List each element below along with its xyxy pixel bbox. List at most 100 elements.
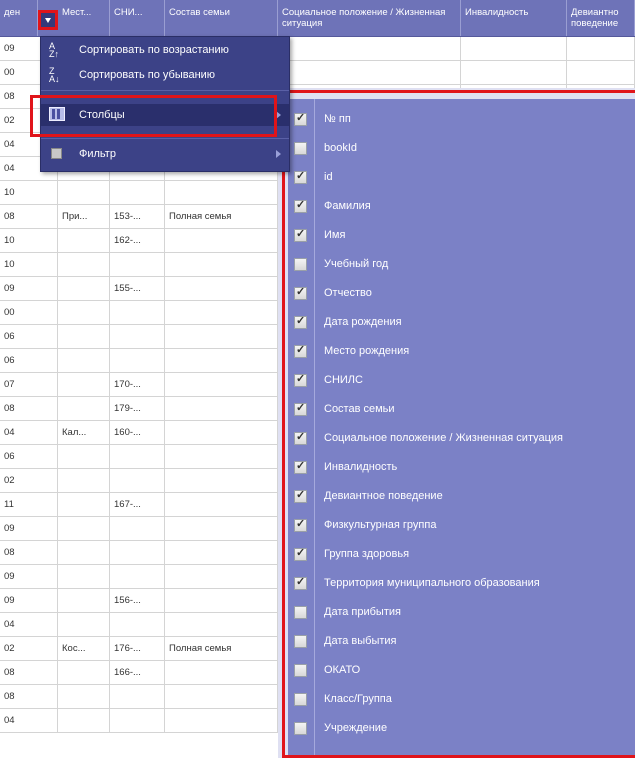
table-cell: 00 [0, 301, 58, 324]
header-col-0[interactable]: ден [0, 0, 38, 36]
column-toggle-item[interactable]: Фамилия [288, 192, 635, 221]
header-col-deviant[interactable]: Девиантно поведение [567, 0, 635, 36]
chevron-right-icon [276, 150, 281, 158]
column-toggle-item[interactable]: Отчество [288, 279, 635, 308]
header-col-social[interactable]: Социальное положение / Жизненная ситуаци… [278, 0, 461, 36]
column-checkbox[interactable] [294, 693, 307, 706]
column-label: Учебный год [324, 258, 389, 270]
column-toggle-item[interactable]: СНИЛС [288, 366, 635, 395]
table-cell [58, 397, 110, 420]
table-cell [58, 541, 110, 564]
header-col-snils[interactable]: СНИ... [110, 0, 165, 36]
table-cell [567, 37, 635, 60]
table-cell [165, 445, 278, 468]
column-checkbox[interactable] [294, 401, 307, 416]
column-checkbox[interactable] [294, 198, 307, 213]
table-cell: 06 [0, 349, 58, 372]
table-cell [58, 517, 110, 540]
column-checkbox[interactable] [294, 459, 307, 474]
column-checkbox[interactable] [294, 314, 307, 329]
table-cell: 08 [0, 685, 58, 708]
column-checkbox[interactable] [294, 285, 307, 300]
table-cell: Кос... [58, 637, 110, 660]
column-checkbox[interactable] [294, 258, 307, 271]
column-label: Группа здоровья [324, 548, 410, 560]
table-cell [110, 685, 165, 708]
column-label: № пп [324, 113, 351, 125]
column-toggle-item[interactable]: Учреждение [288, 714, 635, 743]
column-label: Территория муниципального образования [324, 577, 540, 589]
table-cell: 02 [0, 469, 58, 492]
column-toggle-item[interactable]: ОКАТО [288, 656, 635, 685]
column-checkbox[interactable] [294, 169, 307, 184]
table-cell: Полная семья [165, 205, 278, 228]
table-cell [461, 37, 567, 60]
column-checkbox[interactable] [294, 517, 307, 532]
column-label: Фамилия [324, 200, 371, 212]
table-cell [58, 493, 110, 516]
menu-label: Сортировать по убыванию [79, 69, 216, 81]
column-menu-button[interactable] [38, 10, 58, 30]
column-checkbox[interactable] [294, 575, 307, 590]
table-cell: 08 [0, 541, 58, 564]
column-toggle-item[interactable]: Физкультурная группа [288, 511, 635, 540]
column-toggle-item[interactable]: Группа здоровья [288, 540, 635, 569]
column-toggle-item[interactable]: Дата выбытия [288, 627, 635, 656]
column-checkbox[interactable] [294, 635, 307, 648]
column-label: id [324, 171, 333, 183]
column-toggle-item[interactable]: Социальное положение / Жизненная ситуаци… [288, 424, 635, 453]
column-label: bookId [324, 142, 358, 154]
table-cell [165, 421, 278, 444]
column-label: Физкультурная группа [324, 519, 437, 531]
column-toggle-item[interactable]: Класс/Группа [288, 685, 635, 714]
menu-item-filter[interactable]: Фильтр [41, 143, 289, 165]
column-label: Состав семьи [324, 403, 395, 415]
column-toggle-item[interactable]: № пп [288, 105, 635, 134]
column-checkbox[interactable] [294, 111, 307, 126]
table-cell: 10 [0, 253, 58, 276]
table-cell: При... [58, 205, 110, 228]
column-checkbox[interactable] [294, 606, 307, 619]
column-checkbox[interactable] [294, 488, 307, 503]
column-toggle-item[interactable]: Дата прибытия [288, 598, 635, 627]
table-cell: 07 [0, 373, 58, 396]
column-checkbox[interactable] [294, 372, 307, 387]
menu-item-columns[interactable]: Столбцы [41, 104, 289, 126]
column-toggle-item[interactable]: Инвалидность [288, 453, 635, 482]
column-toggle-item[interactable]: Девиантное поведение [288, 482, 635, 511]
column-checkbox[interactable] [294, 142, 307, 155]
header-col-disability[interactable]: Инвалидность [461, 0, 567, 36]
column-checkbox[interactable] [294, 343, 307, 358]
column-toggle-item[interactable]: Состав семьи [288, 395, 635, 424]
table-cell: 04 [0, 613, 58, 636]
table-cell [58, 613, 110, 636]
column-toggle-item[interactable]: Дата рождения [288, 308, 635, 337]
column-toggle-item[interactable]: Учебный год [288, 250, 635, 279]
table-cell: 11 [0, 493, 58, 516]
column-toggle-item[interactable]: id [288, 163, 635, 192]
filter-checkbox[interactable] [51, 148, 62, 159]
column-label: Дата выбытия [324, 635, 397, 647]
column-label: Девиантное поведение [324, 490, 443, 502]
column-checkbox[interactable] [294, 430, 307, 445]
table-cell [165, 661, 278, 684]
menu-label: Столбцы [79, 109, 125, 121]
column-toggle-item[interactable]: bookId [288, 134, 635, 163]
column-checkbox[interactable] [294, 722, 307, 735]
header-col-birthplace[interactable]: Мест... [58, 0, 110, 36]
table-cell [165, 301, 278, 324]
table-cell [110, 253, 165, 276]
header-col-family[interactable]: Состав семьи [165, 0, 278, 36]
column-toggle-item[interactable]: Территория муниципального образования [288, 569, 635, 598]
table-cell [278, 37, 461, 60]
menu-item-sort-asc[interactable]: A Z↑ Сортировать по возрастанию [41, 39, 289, 61]
column-checkbox[interactable] [294, 227, 307, 242]
columns-submenu: № пп bookId id Фамилия Имя Учебный год Отчеств… [288, 99, 635, 758]
column-toggle-item[interactable]: Место рождения [288, 337, 635, 366]
table-cell: 10 [0, 181, 58, 204]
column-toggle-item[interactable]: Имя [288, 221, 635, 250]
menu-item-sort-desc[interactable]: Z A↓ Сортировать по убыванию [41, 64, 289, 86]
column-checkbox[interactable] [294, 664, 307, 677]
table-cell [110, 181, 165, 204]
column-checkbox[interactable] [294, 546, 307, 561]
